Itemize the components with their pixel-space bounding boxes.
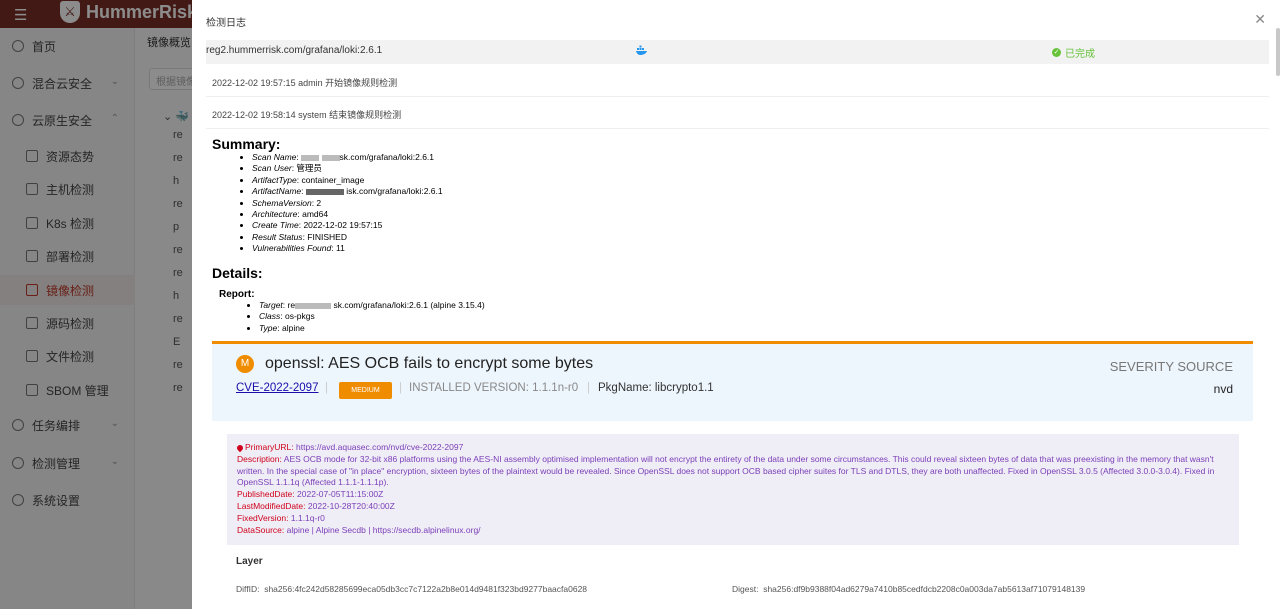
summary-item: Scan Name: sk.com/grafana/loki:2.6.1 — [252, 152, 443, 163]
primary-url-row: PrimaryURL: https://avd.aquasec.com/nvd/… — [235, 442, 1229, 454]
image-name: reg2.hummerrisk.com/grafana/loki:2.6.1 — [206, 45, 383, 56]
layer-digest: Digest: sha256:df9b9388f04ad6279a7410b85… — [732, 584, 1086, 594]
summary-list: Scan Name: sk.com/grafana/loki:2.6.1 Sca… — [252, 152, 443, 255]
docker-icon — [636, 45, 647, 55]
severity-badge: MEDIUM — [339, 382, 392, 399]
drawer-title: 检测日志 — [206, 18, 246, 29]
report-list: Target: re sk.com/grafana/loki:2.6.1 (al… — [259, 300, 485, 334]
summary-item: Create Time: 2022-12-02 19:57:15 — [252, 220, 443, 231]
status-badge: ✓ 已完成 — [1052, 48, 1095, 60]
severity-dot: M — [236, 355, 254, 373]
summary-item: Result Status: FINISHED — [252, 232, 443, 243]
image-info-row: reg2.hummerrisk.com/grafana/loki:2.6.1 ✓… — [206, 40, 1269, 64]
log-line: 2022-12-02 19:57:15 admin 开始镜像规则检测 — [212, 78, 398, 88]
vulnerability-header: M openssl: AES OCB fails to encrypt some… — [212, 344, 1253, 421]
separator: | — [399, 382, 402, 394]
installed-version: INSTALLED VERSION: 1.1.1n-r0 — [409, 382, 579, 394]
summary-item: ArtifactName: isk.com/grafana/loki:2.6.1 — [252, 186, 443, 197]
map-pin-icon — [235, 443, 245, 452]
redacted-mask — [321, 154, 340, 161]
vulnerability-details: PrimaryURL: https://avd.aquasec.com/nvd/… — [227, 434, 1239, 545]
published-row: PublishedDate: 2022-07-05T11:15:00Z — [237, 489, 384, 500]
vulnerability-title: openssl: AES OCB fails to encrypt some b… — [265, 355, 594, 372]
scan-log-drawer: 检测日志 ✕ reg2.hummerrisk.com/grafana/loki:… — [192, 0, 1280, 609]
redacted-mask — [305, 188, 344, 195]
summary-item: Scan User: 管理员 — [252, 163, 443, 174]
report-item: Target: re sk.com/grafana/loki:2.6.1 (al… — [259, 300, 485, 311]
summary-section: Summary: Scan Name: sk.com/grafana/loki:… — [212, 136, 443, 255]
severity-source-label: SEVERITY SOURCE — [1109, 359, 1233, 374]
severity-source-value: nvd — [1213, 382, 1233, 396]
divider — [206, 128, 1269, 129]
description-row: Description: AES OCB mode for 32-bit x86… — [237, 453, 1215, 488]
package-name: PkgName: libcrypto1.1 — [598, 382, 714, 394]
primary-url-link[interactable]: https://avd.aquasec.com/nvd/cve-2022-209… — [296, 442, 463, 452]
check-circle-icon: ✓ — [1052, 48, 1061, 57]
vulnerability-card: M openssl: AES OCB fails to encrypt some… — [212, 341, 1253, 609]
divider — [206, 96, 1269, 97]
report-heading: Report: — [219, 289, 255, 300]
fixed-version-row: FixedVersion: 1.1.1q-r0 — [237, 512, 325, 523]
summary-heading: Summary: — [212, 136, 281, 152]
redacted-mask — [301, 154, 320, 161]
summary-item: SchemaVersion: 2 — [252, 198, 443, 209]
report-item: Class: os-pkgs — [259, 311, 485, 322]
redacted-mask — [295, 302, 332, 309]
datasource-row: DataSource: alpine | Alpine Secdb | http… — [237, 524, 481, 535]
separator: | — [325, 382, 328, 394]
layer-heading: Layer — [236, 556, 263, 567]
scrollbar-thumb[interactable] — [1276, 28, 1280, 76]
cve-link[interactable]: CVE-2022-2097 — [236, 382, 318, 394]
details-heading: Details: — [212, 265, 263, 281]
summary-item: Architecture: amd64 — [252, 209, 443, 220]
summary-item: Vulnerabilities Found: 11 — [252, 243, 443, 254]
separator: | — [587, 382, 590, 394]
report-item: Type: alpine — [259, 323, 485, 334]
diff-id: DiffID: sha256:4fc242d58285699eca05db3cc… — [236, 584, 588, 594]
log-line: 2022-12-02 19:58:14 system 结束镜像规则检测 — [212, 110, 402, 120]
close-icon[interactable]: ✕ — [1254, 11, 1266, 28]
summary-item: ArtifactType: container_image — [252, 175, 443, 186]
modified-row: LastModifiedDate: 2022-10-28T20:40:00Z — [237, 500, 395, 511]
